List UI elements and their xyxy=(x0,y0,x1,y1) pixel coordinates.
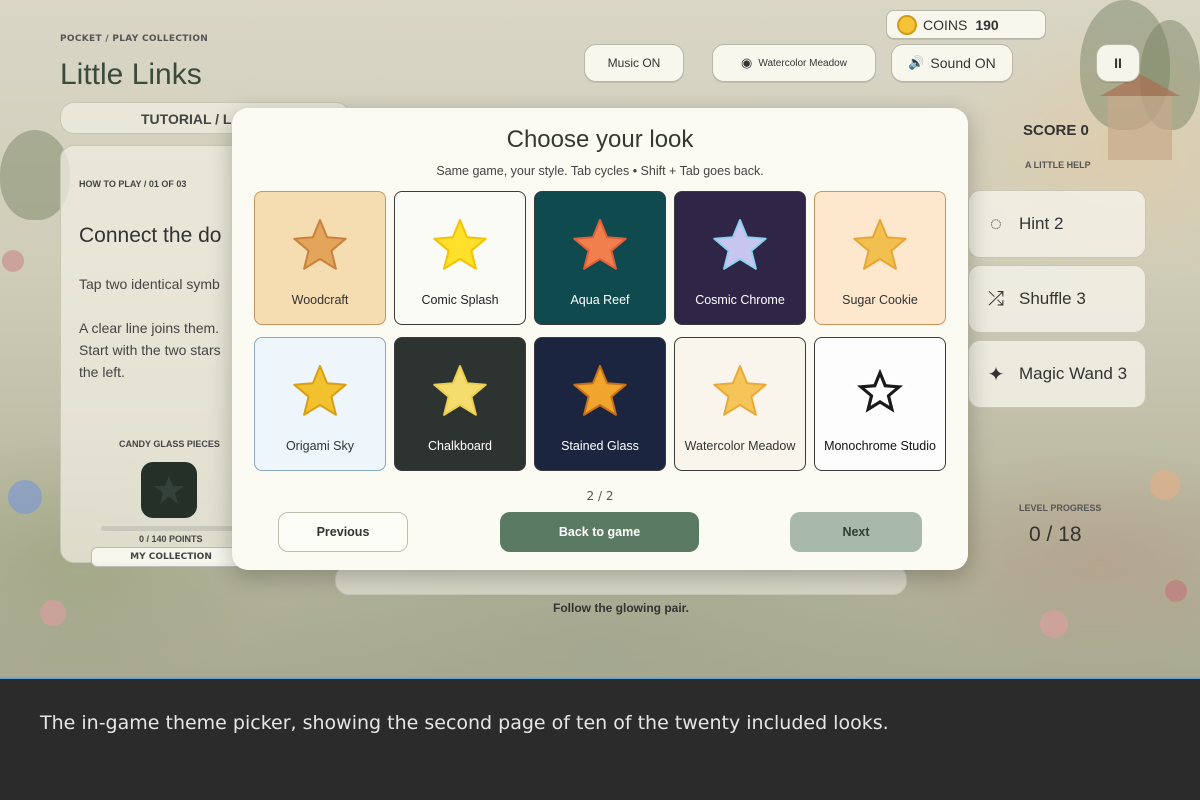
star-icon xyxy=(293,365,347,416)
shuffle-label: Shuffle 3 xyxy=(1019,289,1086,308)
help-section-label: A LITTLE HELP xyxy=(1025,160,1091,170)
my-collection-label: MY COLLECTION xyxy=(130,552,212,562)
flower-decoration xyxy=(1150,470,1180,500)
star-icon xyxy=(853,219,907,270)
tutorial-tab-label: TUTORIAL / L xyxy=(141,111,232,127)
next-button[interactable]: Next xyxy=(790,512,922,552)
house-decoration xyxy=(1108,96,1172,160)
hint-button[interactable]: ◌ Hint 2 xyxy=(968,190,1146,258)
pieces-label: CANDY GLASS PIECES xyxy=(119,439,220,449)
theme-name: Cosmic Chrome xyxy=(695,293,785,307)
theme-name: Chalkboard xyxy=(428,439,492,453)
theme-name: Origami Sky xyxy=(285,439,355,453)
theme-name: Comic Splash xyxy=(421,293,499,307)
magic-wand-button[interactable]: ✦ Magic Wand 3 xyxy=(968,340,1146,408)
theme-selector-button[interactable]: ◉ Watercolor Meadow xyxy=(712,44,876,82)
next-label: Next xyxy=(842,525,870,539)
star-icon xyxy=(433,365,487,416)
music-toggle-button[interactable]: Music ON xyxy=(584,44,684,82)
breadcrumb: POCKET / PLAY COLLECTION xyxy=(60,34,209,44)
page-title: Little Links xyxy=(60,58,202,91)
bottom-hint-text: Follow the glowing pair. xyxy=(553,601,689,615)
level-progress-value: 0 / 18 xyxy=(1029,523,1082,546)
theme-tile[interactable]: Aqua Reef xyxy=(534,191,666,325)
coins-value: 190 xyxy=(975,16,999,33)
level-progress-label: LEVEL PROGRESS xyxy=(1019,503,1102,513)
theme-name: Sugar Cookie xyxy=(842,293,918,307)
speaker-icon: 🔊 xyxy=(908,55,925,70)
tutorial-line: Start with the two stars xyxy=(79,342,221,358)
theme-picker-modal: Choose your look Same game, your style. … xyxy=(232,108,968,570)
star-icon xyxy=(713,365,767,416)
magic-wand-icon: ✦ xyxy=(987,363,1005,386)
my-collection-button[interactable]: MY COLLECTION xyxy=(91,547,251,567)
theme-tile[interactable]: Woodcraft xyxy=(254,191,386,325)
modal-subtitle: Same game, your style. Tab cycles • Shif… xyxy=(436,164,764,178)
tutorial-line: Tap two identical symb xyxy=(79,276,220,292)
theme-tile[interactable]: Origami Sky xyxy=(254,337,386,471)
theme-name: Watercolor Meadow xyxy=(684,439,796,453)
star-icon xyxy=(573,219,627,270)
pause-button[interactable]: II xyxy=(1096,44,1140,82)
coin-icon xyxy=(897,14,917,35)
star-icon xyxy=(573,365,627,416)
hint-label: Hint 2 xyxy=(1019,214,1064,233)
tutorial-line: A clear line joins them. xyxy=(79,320,220,336)
music-toggle-label: Music ON xyxy=(607,56,661,70)
shuffle-icon: ⤮ xyxy=(988,287,1004,310)
theme-tile[interactable]: Chalkboard xyxy=(394,337,526,471)
piece-preview xyxy=(141,462,197,518)
star-icon xyxy=(293,219,347,270)
back-to-game-button[interactable]: Back to game xyxy=(500,512,699,552)
flower-decoration xyxy=(1040,610,1068,638)
tutorial-panel: HOW TO PLAY / 01 OF 03 Connect the do Ta… xyxy=(60,145,251,567)
tutorial-heading: Connect the do xyxy=(79,224,222,247)
flower-decoration xyxy=(1165,580,1187,602)
theme-name: Stained Glass xyxy=(561,439,639,453)
theme-tile[interactable]: Comic Splash xyxy=(394,191,526,325)
flower-decoration xyxy=(40,600,66,626)
theme-tile[interactable]: Monochrome Studio xyxy=(814,337,946,471)
previous-button[interactable]: Previous xyxy=(278,512,408,552)
star-icon xyxy=(433,219,487,270)
shuffle-button[interactable]: ⤮ Shuffle 3 xyxy=(968,265,1146,333)
theme-tile[interactable]: Watercolor Meadow xyxy=(674,337,806,471)
theme-tile[interactable]: Cosmic Chrome xyxy=(674,191,806,325)
points-progress-bar xyxy=(101,526,251,531)
theme-tile[interactable]: Stained Glass xyxy=(534,337,666,471)
flower-decoration xyxy=(2,250,24,272)
theme-name: Aqua Reef xyxy=(570,293,630,307)
magic-wand-label: Magic Wand 3 xyxy=(1019,364,1128,383)
theme-icon: ◉ xyxy=(741,55,753,70)
theme-name: Woodcraft xyxy=(291,293,349,307)
caption-text: The in-game theme picker, showing the se… xyxy=(40,712,889,734)
flower-decoration xyxy=(8,480,42,514)
pause-icon: II xyxy=(1114,55,1122,71)
lightbulb-icon: ◌ xyxy=(990,212,1002,235)
theme-tile[interactable]: Sugar Cookie xyxy=(814,191,946,325)
star-icon xyxy=(713,219,767,270)
coins-label: COINS xyxy=(923,16,968,33)
piece-star-icon xyxy=(154,476,184,504)
sound-toggle-button[interactable]: 🔊 Sound ON xyxy=(891,44,1013,82)
coins-counter: COINS 190 xyxy=(886,10,1046,39)
page-indicator: 2 / 2 xyxy=(586,489,614,503)
score-display: SCORE 0 xyxy=(1023,122,1089,139)
back-to-game-label: Back to game xyxy=(558,525,641,539)
how-to-play-label: HOW TO PLAY / 01 OF 03 xyxy=(79,179,187,189)
tutorial-line: the left. xyxy=(79,364,125,380)
sound-toggle-label: Sound ON xyxy=(930,55,996,71)
theme-selector-label: Watercolor Meadow xyxy=(758,57,847,69)
star-icon xyxy=(853,365,907,416)
caption-bar: The in-game theme picker, showing the se… xyxy=(0,677,1200,800)
previous-label: Previous xyxy=(316,525,370,539)
points-text: 0 / 140 POINTS xyxy=(139,534,203,544)
theme-name: Monochrome Studio xyxy=(824,439,936,453)
modal-title: Choose your look xyxy=(506,126,694,153)
